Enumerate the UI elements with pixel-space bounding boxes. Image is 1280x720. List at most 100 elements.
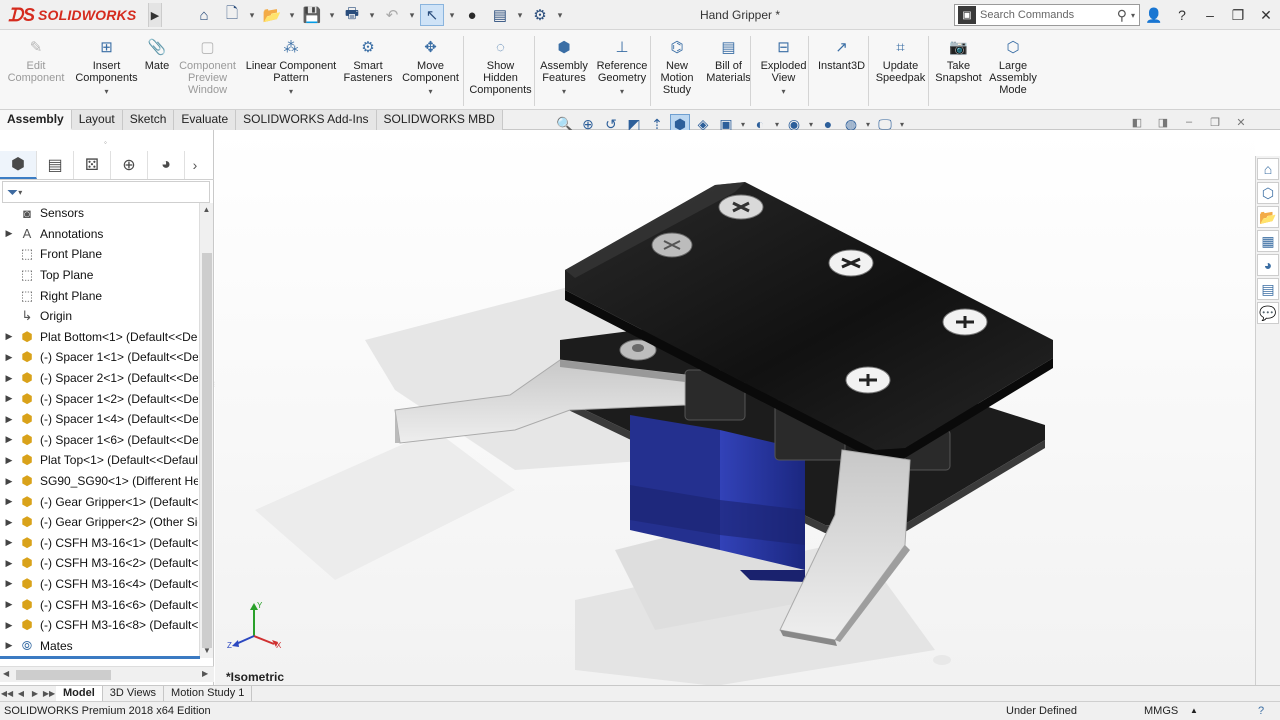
file-properties-icon[interactable]: ▤ [488,4,512,26]
expand-arrow-icon[interactable]: ▶ [0,414,18,425]
scroll-up-icon[interactable]: ▲ [200,203,213,217]
menu-expand-arrow[interactable]: ▶ [148,3,162,27]
graphics-area[interactable] [215,130,1255,686]
help-icon[interactable]: ? [1258,702,1264,720]
expand-arrow-icon[interactable]: ▶ [0,640,18,651]
help-icon[interactable]: ? [1168,7,1196,23]
chevron-down-icon[interactable]: ▾ [516,4,524,26]
chevron-down-icon[interactable]: ▾ [289,86,293,98]
expand-arrow-icon[interactable]: ▶ [0,558,18,569]
expand-arrow-icon[interactable]: ▶ [0,578,18,589]
panel-grip[interactable]: ◦ [104,138,107,147]
hand-gripper-model[interactable] [215,130,1255,686]
scroll-thumb[interactable] [202,253,212,648]
search-icon[interactable]: ⚲ [1117,7,1127,24]
tab-evaluate[interactable]: Evaluate [174,110,237,130]
print-icon[interactable]: 🖶 [340,4,364,26]
chevron-down-icon[interactable]: ▾ [104,86,108,98]
instant3d-button[interactable]: ↗ Instant3D [812,38,871,72]
tree-item[interactable]: ▶ ⬢ SG90_SG90<1> (Different Heac [0,471,198,492]
new-document-icon[interactable]: 🗋 [220,4,244,26]
insert-components-button[interactable]: ⊞ Insert Components ▾ [72,38,141,98]
chevron-down-icon[interactable]: ▾ [428,86,432,98]
search-commands-box[interactable]: ▣ Search Commands ⚲ ▾ [954,4,1140,26]
configuration-manager-tab-icon[interactable]: ⚄ [74,150,111,179]
tab-scroll-icon[interactable]: ▶ [28,689,42,698]
chevron-down-icon[interactable]: ▾ [18,188,22,197]
scroll-left-icon[interactable]: ◀ [3,669,9,678]
expand-arrow-icon[interactable]: ▶ [0,620,18,631]
solidworks-resources-icon[interactable]: ⌂ [1257,158,1279,180]
design-library-icon[interactable]: ⬡ [1257,182,1279,204]
tree-item[interactable]: ▶ ⬢ (-) Spacer 1<1> (Default<<Def [0,347,198,368]
expand-arrow-icon[interactable]: ▶ [0,537,18,548]
solidworks-logo[interactable]: ᗪS SOLIDWORKS [8,5,136,25]
scroll-thumb[interactable] [16,670,111,680]
tab-assembly[interactable]: Assembly [0,110,72,130]
tree-item[interactable]: ◙ Sensors [0,203,198,224]
property-manager-tab-icon[interactable]: ▤ [37,150,74,179]
tab-sketch[interactable]: Sketch [122,110,175,130]
tree-horizontal-scrollbar[interactable]: ◀ ▶ [0,666,214,682]
chevron-down-icon[interactable]: ▾ [368,4,376,26]
tree-item[interactable]: ▶ ⬢ (-) Gear Gripper<1> (Default<< [0,491,198,512]
undo-icon[interactable]: ↶ [380,4,404,26]
expand-arrow-icon[interactable]: ▶ [0,228,18,239]
tree-item[interactable]: ▶ ⬢ (-) Spacer 2<1> (Default<<Def [0,368,198,389]
filter-icon[interactable]: ⏷ [7,184,18,201]
chevron-down-icon[interactable]: ▾ [288,4,296,26]
expand-arrow-icon[interactable]: ▶ [0,496,18,507]
file-explorer-icon[interactable]: 📂 [1257,206,1279,228]
chevron-down-icon[interactable]: ▾ [248,4,256,26]
options-gear-icon[interactable]: ⚙ [528,4,552,26]
expand-arrow-icon[interactable]: ▶ [0,599,18,610]
expand-arrow-icon[interactable]: ▶ [0,455,18,466]
tree-rollback-bar[interactable] [0,656,200,659]
view-palette-icon[interactable]: ▦ [1257,230,1279,252]
reference-geometry-button[interactable]: ⊥ Reference Geometry ▾ [592,38,652,98]
tree-item[interactable]: ▶ ⬢ (-) CSFH M3-16<2> (Default<< [0,553,198,574]
chevron-down-icon[interactable]: ▾ [562,86,566,98]
preview-window-button[interactable]: ▢ Component Preview Window [173,38,242,96]
chevron-up-icon[interactable]: ▲ [1190,702,1198,720]
chevron-down-icon[interactable]: ▾ [556,4,564,26]
tab-scroll-icon[interactable]: ◀ [14,689,28,698]
chevron-down-icon[interactable]: ▾ [620,86,624,98]
rebuild-traffic-light-icon[interactable]: ● [460,4,484,26]
search-input[interactable]: Search Commands [980,9,1117,21]
user-icon[interactable]: 👤 [1140,7,1168,24]
chevron-down-icon[interactable]: ▾ [1131,11,1135,20]
tree-item[interactable]: ↳ Origin [0,306,198,327]
mate-button[interactable]: 📎 Mate [141,38,173,72]
speedpak-button[interactable]: ⌗ Update Speedpak [871,38,930,84]
tree-item[interactable]: ⬚ Top Plane [0,265,198,286]
motion-study-button[interactable]: ⌬ New Motion Study [652,38,702,96]
expand-arrow-icon[interactable]: ▶ [0,434,18,445]
edit-component-button[interactable]: ✎ Edit Component [0,38,72,84]
tree-vertical-scrollbar[interactable]: ▲ ▼ [199,203,213,658]
tree-item[interactable]: ▶ ⬢ (-) CSFH M3-16<8> (Default<< [0,615,198,636]
assembly-features-button[interactable]: ⬢ Assembly Features ▾ [536,38,592,98]
select-arrow-icon[interactable]: ↖ [420,4,444,26]
dimxpert-tab-icon[interactable]: ⊕ [111,150,148,179]
tree-item[interactable]: ▶ ⬢ Plat Top<1> (Default<<Defaul [0,450,198,471]
tab-solidworks-add-ins[interactable]: SOLIDWORKS Add-Ins [236,110,377,130]
tree-item[interactable]: ▶ ⦾ Mates [0,635,198,656]
snapshot-button[interactable]: 📷 Take Snapshot [930,38,987,84]
feature-tree-tab-icon[interactable]: ⬢ [0,150,37,179]
appearances-scenes-icon[interactable]: ◕ [1257,254,1279,276]
tab-solidworks-mbd[interactable]: SOLIDWORKS MBD [376,110,503,130]
expand-arrow-icon[interactable]: ▶ [0,331,18,342]
tree-item[interactable]: ⬚ Right Plane [0,285,198,306]
tree-item[interactable]: ▶ A Annotations [0,224,198,245]
display-manager-tab-icon[interactable]: ◕ [148,150,185,179]
move-component-button[interactable]: ✥ Move Component ▾ [396,38,465,98]
expand-arrow-icon[interactable]: ▶ [0,476,18,487]
tree-item[interactable]: ⬚ Front Plane [0,244,198,265]
bom-button[interactable]: ▤ Bill of Materials [702,38,755,84]
open-folder-icon[interactable]: 📂 [260,4,284,26]
expand-arrow-icon[interactable]: ▶ [0,393,18,404]
tree-item[interactable]: ▶ ⬢ (-) Spacer 1<6> (Default<<Def [0,430,198,451]
chevron-down-icon[interactable]: ▾ [328,4,336,26]
tree-item[interactable]: ▶ ⬢ (-) CSFH M3-16<6> (Default<< [0,594,198,615]
